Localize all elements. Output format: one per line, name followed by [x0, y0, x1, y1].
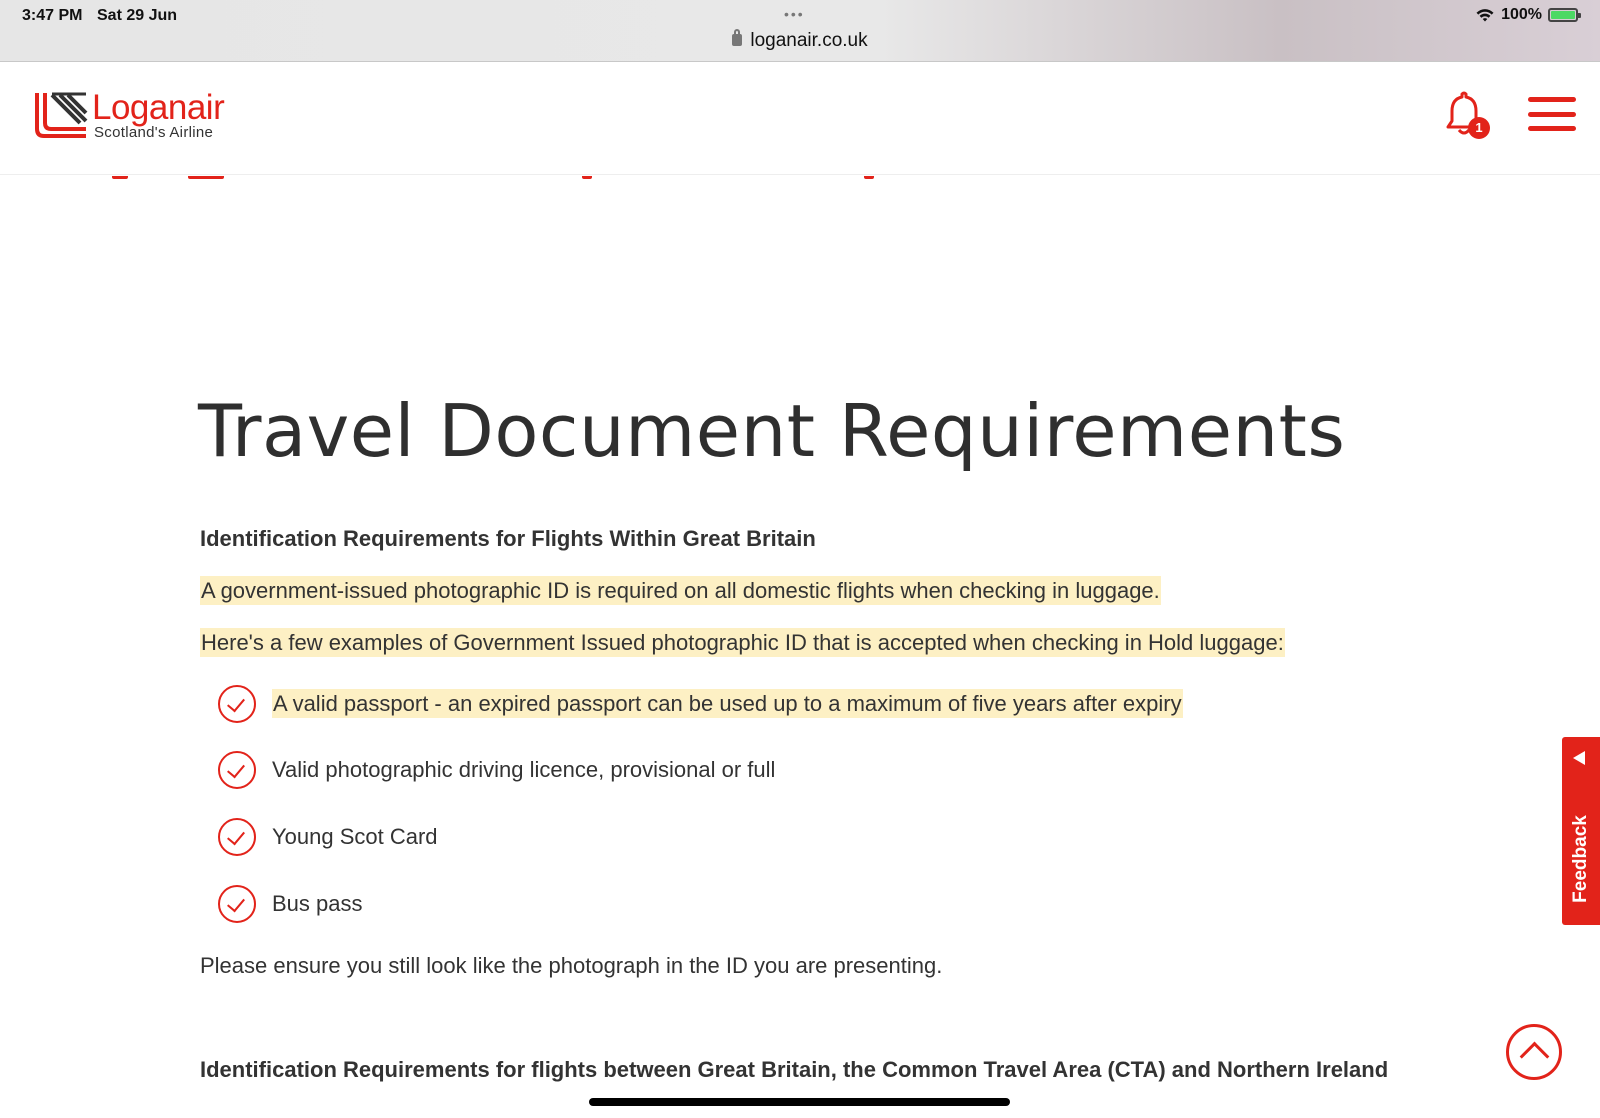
- notifications-button[interactable]: 1: [1446, 91, 1490, 139]
- feedback-tab[interactable]: Feedback: [1562, 737, 1600, 925]
- logo-mark-icon: [35, 92, 88, 138]
- list-item: Young Scot Card: [218, 818, 438, 856]
- menu-bar-icon: [1528, 97, 1576, 102]
- site-header: Loganair Scotland's Airline 1: [0, 63, 1600, 175]
- address-bar[interactable]: loganair.co.uk: [0, 28, 1600, 52]
- lock-icon: [732, 28, 743, 46]
- clipped-nav-strip: [0, 176, 1600, 180]
- list-item-text: Valid photographic driving licence, prov…: [272, 757, 776, 782]
- more-dots-icon[interactable]: •••: [784, 6, 805, 22]
- notification-badge: 1: [1468, 117, 1490, 139]
- wifi-icon: [1476, 9, 1494, 22]
- paragraph-photo-id: A government-issued photographic ID is r…: [200, 576, 1161, 605]
- paragraph-examples: Here's a few examples of Government Issu…: [200, 628, 1285, 657]
- highlighted-text: A valid passport - an expired passport c…: [272, 689, 1183, 718]
- status-right: 100%: [1475, 6, 1581, 24]
- list-item: A valid passport - an expired passport c…: [218, 685, 1183, 723]
- page-title: Travel Document Requirements: [198, 389, 1346, 473]
- battery-icon: [1548, 8, 1581, 22]
- loganair-logo[interactable]: Loganair Scotland's Airline: [34, 88, 225, 141]
- status-date: Sat 29 Jun: [97, 7, 178, 24]
- check-circle-icon: [218, 885, 256, 923]
- paragraph-photo-likeness: Please ensure you still look like the ph…: [200, 953, 943, 978]
- list-item: Valid photographic driving licence, prov…: [218, 751, 775, 789]
- list-item-text: Young Scot Card: [272, 824, 438, 849]
- feedback-label: Feedback: [1570, 815, 1591, 903]
- list-item: Bus pass: [218, 885, 363, 923]
- battery-percent: 100%: [1501, 6, 1542, 23]
- list-item-text: A valid passport - an expired passport c…: [272, 689, 1183, 718]
- logo-name: Loganair: [92, 88, 225, 127]
- address-url: loganair.co.uk: [750, 30, 868, 51]
- menu-bar-icon: [1528, 111, 1576, 117]
- highlighted-text: Here's a few examples of Government Issu…: [200, 628, 1285, 657]
- menu-button[interactable]: [1528, 97, 1576, 131]
- list-item-text: Bus pass: [272, 891, 363, 916]
- status-bar: 3:47 PM Sat 29 Jun ••• loganair.co.uk 10…: [0, 0, 1600, 62]
- triangle-left-icon: [1573, 751, 1585, 765]
- status-time: 3:47 PM: [22, 7, 83, 24]
- highlighted-text: A government-issued photographic ID is r…: [200, 576, 1161, 605]
- check-circle-icon: [218, 685, 256, 723]
- check-circle-icon: [218, 751, 256, 789]
- menu-bar-icon: [1528, 126, 1576, 131]
- logo-tagline: Scotland's Airline: [94, 124, 214, 141]
- home-indicator[interactable]: [589, 1098, 1010, 1106]
- section-heading-cta: Identification Requirements for flights …: [200, 1057, 1389, 1082]
- check-circle-icon: [218, 818, 256, 856]
- section-heading-gb: Identification Requirements for Flights …: [200, 526, 816, 551]
- back-to-top-button[interactable]: [1506, 1024, 1562, 1080]
